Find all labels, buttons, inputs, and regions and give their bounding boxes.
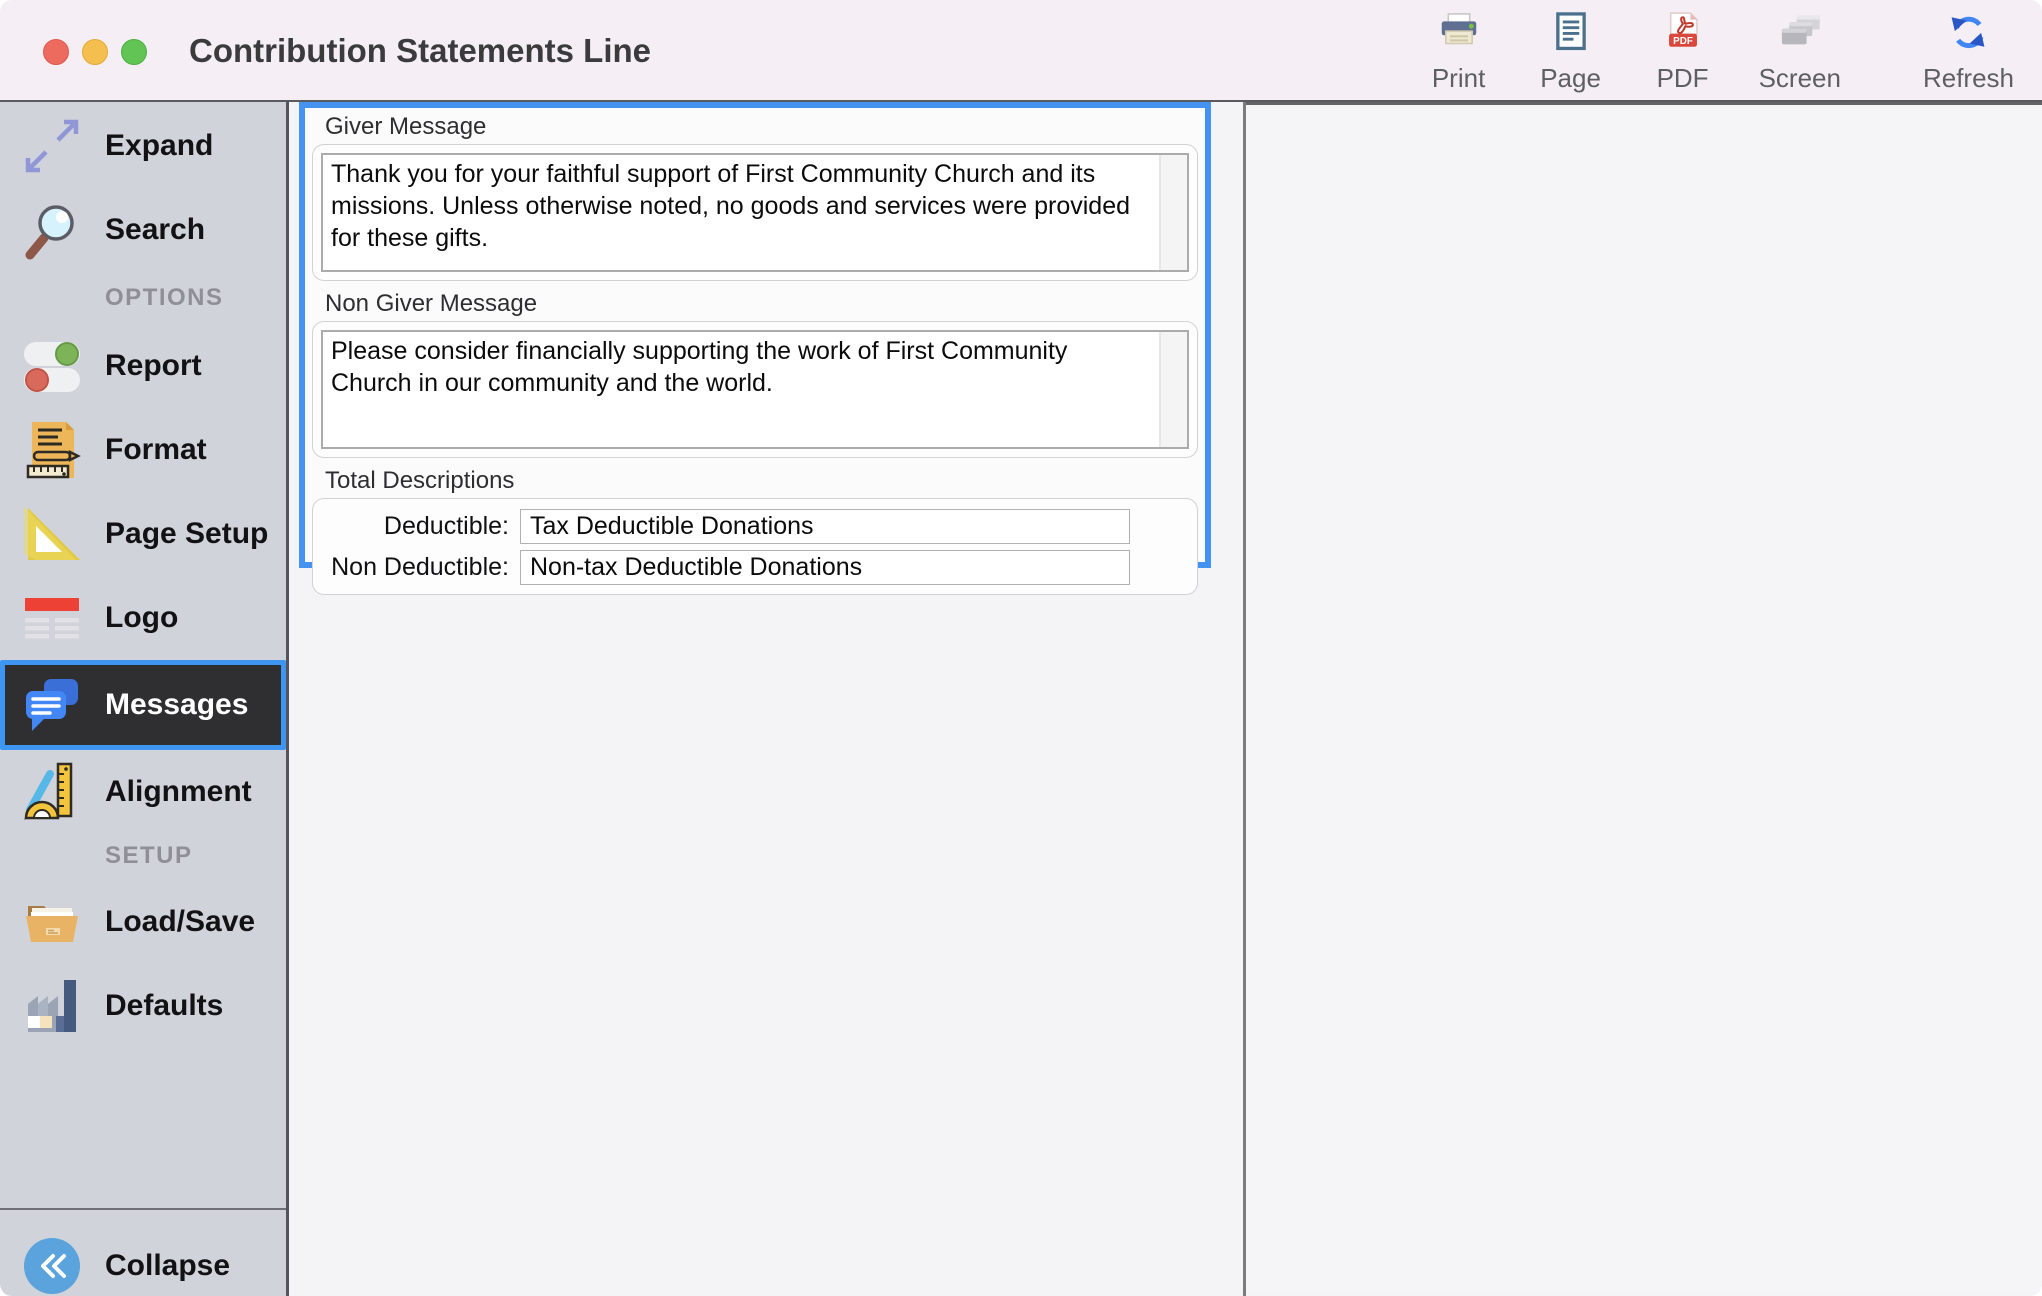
sidebar-item-expand[interactable]: Expand — [0, 104, 286, 188]
close-window-button[interactable] — [43, 39, 69, 65]
toggles-icon — [21, 335, 83, 397]
sidebar-item-logo[interactable]: Logo — [0, 576, 286, 660]
folder-icon — [21, 891, 83, 953]
sidebar-item-label: Messages — [105, 688, 248, 722]
ruler-protractor-icon — [21, 761, 83, 823]
factory-icon — [21, 975, 83, 1037]
sidebar-item-format[interactable]: Format — [0, 408, 286, 492]
collapse-sidebar-button[interactable]: Collapse — [0, 1224, 286, 1296]
refresh-button[interactable]: Refresh — [1923, 9, 2014, 94]
logo-placeholder-icon — [21, 587, 83, 649]
screen-icon — [1777, 9, 1823, 60]
sidebar-item-report[interactable]: Report — [0, 324, 286, 408]
pdf-icon: PDF — [1660, 9, 1706, 60]
messages-settings-panel: Giver Message Non Giver Message Total De… — [299, 102, 1211, 568]
sidebar-item-alignment[interactable]: Alignment — [0, 750, 286, 834]
set-square-icon — [21, 503, 83, 565]
page-button[interactable]: Page — [1535, 9, 1607, 94]
total-descriptions-group: Deductible: Non Deductible: — [312, 498, 1198, 595]
sidebar: Expand Search OPTIONS — [0, 102, 289, 1296]
sidebar-item-defaults[interactable]: Defaults — [0, 964, 286, 1048]
refresh-icon — [1945, 9, 1991, 60]
toolbar-item-label: Refresh — [1923, 63, 2014, 94]
chat-bubbles-icon — [21, 674, 83, 736]
sidebar-item-label: Report — [105, 349, 202, 383]
sidebar-item-label: Alignment — [105, 775, 252, 809]
printer-icon — [1436, 9, 1482, 60]
giver-message-textarea[interactable] — [323, 155, 1157, 270]
document-pencil-icon — [21, 419, 83, 481]
giver-message-field-frame — [321, 153, 1189, 272]
non-giver-message-textarea[interactable] — [323, 332, 1157, 447]
svg-text:PDF: PDF — [1673, 35, 1693, 46]
non-giver-message-scrollbar[interactable] — [1159, 332, 1187, 447]
sidebar-item-label: Load/Save — [105, 905, 255, 939]
sidebar-item-label: Page Setup — [105, 517, 268, 551]
sidebar-item-label: Logo — [105, 601, 178, 635]
magnifier-icon — [21, 199, 83, 261]
print-button[interactable]: Print — [1423, 9, 1495, 94]
toolbar: Print Page — [1423, 0, 2014, 102]
sidebar-item-label: Defaults — [105, 989, 223, 1023]
giver-message-group-label: Giver Message — [325, 113, 1199, 141]
non-giver-message-field-frame — [321, 330, 1189, 449]
preview-pane — [1246, 102, 2042, 1292]
toolbar-item-label: Print — [1432, 63, 1485, 94]
sidebar-footer: Collapse — [0, 1208, 286, 1296]
sidebar-item-load-save[interactable]: Load/Save — [0, 880, 286, 964]
sidebar-item-search[interactable]: Search — [0, 188, 286, 272]
sidebar-item-label: Search — [105, 213, 205, 247]
toolbar-item-label: Page — [1540, 63, 1601, 94]
collapse-chevrons-icon — [21, 1235, 83, 1296]
total-descriptions-group-label: Total Descriptions — [325, 467, 1199, 495]
sidebar-item-messages[interactable]: Messages — [0, 660, 286, 750]
toolbar-item-label: PDF — [1657, 63, 1709, 94]
screen-button[interactable]: Screen — [1759, 9, 1841, 94]
window-title: Contribution Statements Line — [189, 0, 651, 102]
non-giver-message-group — [312, 321, 1198, 458]
sidebar-item-label: Expand — [105, 129, 213, 163]
non-deductible-label: Non Deductible: — [313, 553, 509, 582]
sidebar-item-page-setup[interactable]: Page Setup — [0, 492, 286, 576]
zoom-window-button[interactable] — [121, 39, 147, 65]
giver-message-group — [312, 144, 1198, 281]
title-bar: Contribution Statements Line Print — [0, 0, 2042, 102]
expand-arrows-icon — [21, 115, 83, 177]
deductible-label: Deductible: — [313, 512, 509, 541]
app-window: Contribution Statements Line Print — [0, 0, 2042, 1296]
page-icon — [1548, 9, 1594, 60]
minimize-window-button[interactable] — [82, 39, 108, 65]
giver-message-scrollbar[interactable] — [1159, 155, 1187, 270]
toolbar-item-label: Screen — [1759, 63, 1841, 94]
sidebar-item-label: Collapse — [105, 1249, 230, 1283]
pdf-button[interactable]: PDF PDF — [1647, 9, 1719, 94]
deductible-input[interactable] — [520, 509, 1130, 544]
non-giver-message-group-label: Non Giver Message — [325, 290, 1199, 318]
non-deductible-input[interactable] — [520, 550, 1130, 585]
sidebar-item-label: Format — [105, 433, 207, 467]
